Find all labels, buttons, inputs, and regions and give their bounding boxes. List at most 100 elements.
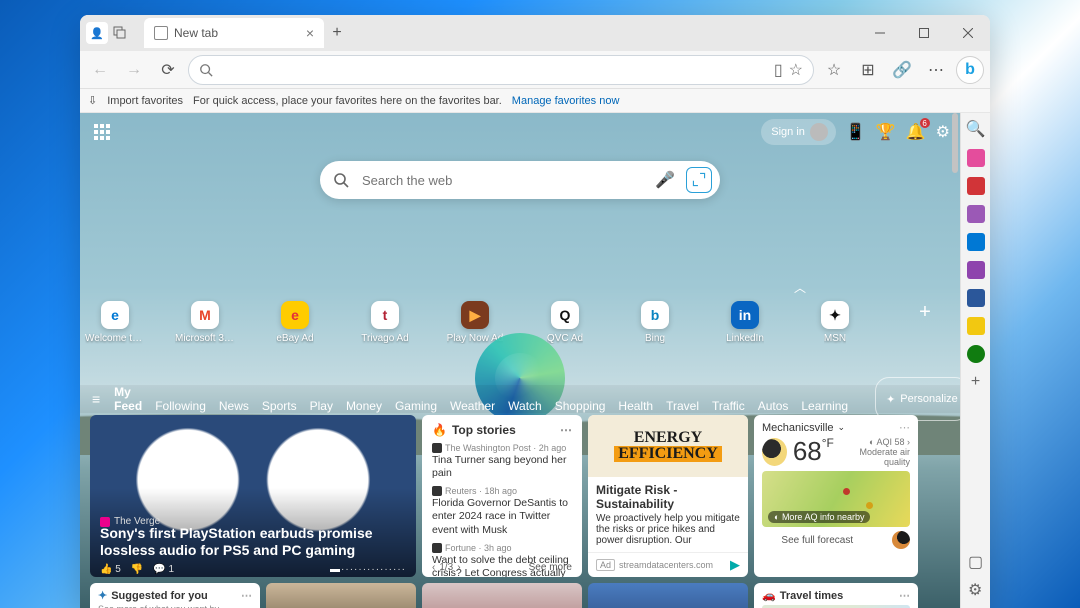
add-tile-button[interactable]: + <box>895 301 955 344</box>
feed-category[interactable]: Following <box>155 399 206 413</box>
maximize-button[interactable] <box>902 15 946 51</box>
profile-button[interactable]: 👤 <box>86 22 108 44</box>
card-more-icon[interactable]: ⋯ <box>241 589 252 602</box>
feed-category[interactable]: Health <box>618 399 653 413</box>
sidebar-app-1[interactable] <box>967 149 985 167</box>
feed-category[interactable]: News <box>219 399 249 413</box>
aqi-chip[interactable]: ◐ More AQ info nearby <box>768 511 870 523</box>
sidebar-app-6[interactable] <box>967 317 985 335</box>
feed-thumb-1[interactable] <box>266 583 416 608</box>
sidebar-app-7[interactable] <box>967 345 985 363</box>
see-more-link[interactable]: See more <box>529 562 572 573</box>
new-tab-button[interactable]: + <box>324 24 350 42</box>
web-search-box[interactable]: 🎤 ⌞⌝ <box>320 161 720 199</box>
web-search-input[interactable] <box>362 173 644 188</box>
image-search-icon[interactable]: ⌞⌝ <box>686 167 712 193</box>
tab-actions-button[interactable] <box>108 21 132 45</box>
favorites-button[interactable]: ☆ <box>820 56 848 84</box>
story-item[interactable]: The Washington Post · 2h agoTina Turner … <box>432 443 572 480</box>
quick-link-tile[interactable]: bBing <box>625 301 685 344</box>
tab-close-button[interactable]: × <box>306 25 314 41</box>
sidebar-app-5[interactable] <box>967 261 985 279</box>
sidebar-settings-icon[interactable]: ⚙ <box>968 580 983 600</box>
sidebar-layout-icon[interactable]: ▢ <box>968 552 983 572</box>
quick-link-tile[interactable]: tTrivago Ad <box>355 301 415 344</box>
card-more-icon[interactable]: ⋯ <box>899 421 910 434</box>
feed-category[interactable]: Sports <box>262 399 297 413</box>
import-favorites-link[interactable]: Import favorites <box>107 95 183 107</box>
address-input[interactable] <box>219 62 768 77</box>
feed-thumb-3[interactable] <box>588 583 748 608</box>
feed-category[interactable]: Money <box>346 399 382 413</box>
feed-menu-icon[interactable]: ≡ <box>92 391 100 407</box>
feed-category[interactable]: Play <box>310 399 333 413</box>
refresh-button[interactable]: ⟳ <box>154 56 182 84</box>
chevron-right-icon[interactable]: › <box>907 437 910 447</box>
ad-card[interactable]: ENERGYEFFICIENCY Mitigate Risk - Sustain… <box>588 415 748 577</box>
manage-favorites-link[interactable]: Manage favorites now <box>512 95 620 107</box>
comment-count[interactable]: 💬 1 <box>153 564 174 575</box>
prev-page-button[interactable]: ‹ <box>432 562 435 573</box>
extensions-button[interactable]: ⊞ <box>854 56 882 84</box>
import-favorites-icon[interactable]: ⇩ <box>88 94 97 107</box>
sidebar-app-3[interactable] <box>967 205 985 223</box>
like-count[interactable]: 👍 5 <box>100 564 121 575</box>
feed-category[interactable]: Shopping <box>555 399 606 413</box>
collapse-tiles-chevron-icon[interactable]: ︿ <box>794 279 806 296</box>
settings-gear-icon[interactable]: ⚙ <box>936 122 950 142</box>
quick-link-tile[interactable]: MMicrosoft 365 <box>175 301 235 344</box>
notifications-button[interactable]: 🔔6 <box>906 122 926 142</box>
feed-category[interactable]: Autos <box>758 399 789 413</box>
carousel-dots[interactable]: ▬··············· <box>330 564 406 575</box>
weather-card[interactable]: Mechanicsville ⌄⋯ 68°F ◐ AQI 58 ›Moderat… <box>754 415 918 577</box>
chevron-down-icon[interactable]: ⌄ <box>838 422 846 433</box>
quick-link-tile[interactable]: eeBay Ad <box>265 301 325 344</box>
collections-button[interactable]: 🔗 <box>888 56 916 84</box>
quick-link-tile[interactable]: QQVC Ad <box>535 301 595 344</box>
ad-go-icon[interactable]: ▶ <box>730 557 740 573</box>
sidebar-app-4[interactable] <box>967 233 985 251</box>
card-more-icon[interactable]: ⋯ <box>899 589 910 602</box>
quick-link-tile[interactable]: ▶Play Now Ad <box>445 301 505 344</box>
feed-category[interactable]: Gaming <box>395 399 437 413</box>
back-button[interactable]: ← <box>86 56 114 84</box>
feed-category[interactable]: Watch <box>508 399 542 413</box>
address-bar[interactable]: ▯ ☆ <box>188 55 814 85</box>
close-window-button[interactable] <box>946 15 990 51</box>
menu-button[interactable]: ⋯ <box>922 56 950 84</box>
bing-chat-button[interactable]: b <box>956 56 984 84</box>
reader-mode-icon[interactable]: ▯ <box>774 60 783 80</box>
rewards-icon[interactable]: 🏆 <box>876 122 896 142</box>
feed-category[interactable]: Weather <box>450 399 495 413</box>
card-more-icon[interactable]: ⋯ <box>560 423 572 437</box>
story-item[interactable]: Reuters · 18h agoFlorida Governor DeSant… <box>432 486 572 536</box>
sidebar-app-2[interactable] <box>967 177 985 195</box>
feed-category[interactable]: My Feed <box>114 385 142 413</box>
feed-category[interactable]: Learning <box>801 399 848 413</box>
forecast-link[interactable]: See full forecast <box>781 535 853 546</box>
scrollbar[interactable] <box>952 113 958 608</box>
forward-button[interactable]: → <box>120 56 148 84</box>
sign-in-button[interactable]: Sign in <box>761 119 836 145</box>
voice-search-icon[interactable]: 🎤 <box>652 167 678 193</box>
tab-newtab[interactable]: New tab × <box>144 18 324 48</box>
travel-times-card[interactable]: 🚗 Travel times⋯ <box>754 583 918 608</box>
mobile-icon[interactable]: 📱 <box>846 122 866 142</box>
feed-thumb-2[interactable] <box>422 583 582 608</box>
quick-link-tile[interactable]: eWelcome to ... <box>85 301 145 344</box>
dislike-button[interactable]: 👎 <box>131 564 143 575</box>
sidebar-add-button[interactable]: + <box>971 373 980 391</box>
tile-icon: e <box>281 301 309 329</box>
quick-link-tile[interactable]: ✦MSN <box>805 301 865 344</box>
sidebar-outlook-icon[interactable] <box>967 289 985 307</box>
aqi-map[interactable]: ◐ More AQ info nearby <box>762 471 910 527</box>
next-page-button[interactable]: › <box>457 562 460 573</box>
app-launcher-icon[interactable] <box>90 120 114 144</box>
favorite-star-icon[interactable]: ☆ <box>789 60 803 80</box>
feed-category[interactable]: Travel <box>666 399 699 413</box>
minimize-button[interactable] <box>858 15 902 51</box>
sidebar-search-icon[interactable]: 🔍 <box>966 119 986 139</box>
quick-link-tile[interactable]: inLinkedIn <box>715 301 775 344</box>
feed-category[interactable]: Traffic <box>712 399 745 413</box>
hero-article-card[interactable]: The Verge Sony's first PlayStation earbu… <box>90 415 416 577</box>
